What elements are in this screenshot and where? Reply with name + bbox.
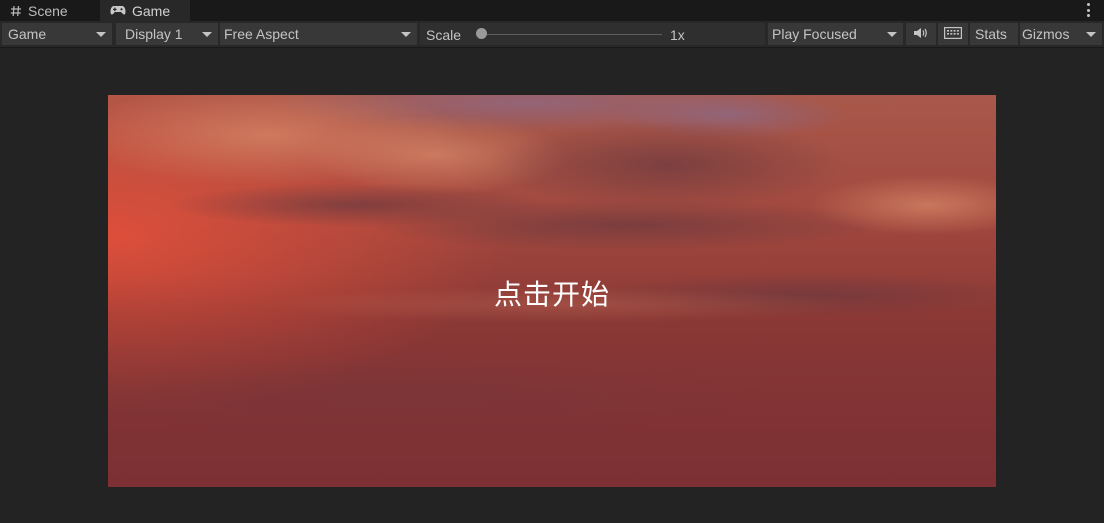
aspect-select[interactable]: Free Aspect	[220, 23, 417, 45]
display-select[interactable]: Display 1	[116, 23, 218, 45]
stats-button[interactable]: Stats	[970, 23, 1018, 45]
editor-tab-bar: Scene Game	[0, 0, 1104, 21]
chevron-down-icon[interactable]	[1086, 32, 1096, 37]
chevron-down-icon	[401, 32, 411, 37]
display-select-label: Display 1	[125, 26, 183, 42]
tab-game-label: Game	[132, 2, 171, 19]
keyboard-icon	[944, 26, 962, 42]
keyboard-shortcuts-button[interactable]	[938, 23, 968, 45]
play-mode-select[interactable]: Play Focused	[768, 23, 903, 45]
gizmos-button[interactable]: Gizmos	[1020, 23, 1102, 45]
game-view-toolbar: Game Display 1 Free Aspect Scale 1x Play…	[0, 21, 1104, 48]
scale-slider-thumb[interactable]	[476, 28, 487, 39]
chevron-down-icon	[887, 32, 897, 37]
chevron-down-icon	[96, 32, 106, 37]
speaker-icon	[913, 26, 929, 42]
scale-control: Scale 1x	[420, 23, 765, 45]
scale-value: 1x	[670, 27, 685, 43]
scale-slider-track[interactable]	[482, 34, 662, 35]
scale-label: Scale	[426, 27, 462, 43]
tab-game[interactable]: Game	[100, 0, 190, 21]
mute-audio-button[interactable]	[906, 23, 936, 45]
stats-label: Stats	[975, 26, 1007, 42]
aspect-select-label: Free Aspect	[224, 26, 299, 42]
start-prompt-text[interactable]: 点击开始	[108, 273, 996, 313]
game-viewport[interactable]: 点击开始	[108, 95, 996, 487]
hash-icon	[10, 5, 22, 17]
kebab-menu-icon[interactable]	[1086, 3, 1090, 17]
gizmos-label: Gizmos	[1022, 26, 1070, 42]
tab-scene[interactable]: Scene	[0, 0, 98, 21]
tab-scene-label: Scene	[28, 2, 68, 19]
gamepad-icon	[110, 5, 126, 16]
play-mode-label: Play Focused	[772, 26, 857, 42]
chevron-down-icon	[202, 32, 212, 37]
game-view-select[interactable]: Game	[2, 23, 112, 45]
game-view-select-label: Game	[8, 26, 47, 42]
